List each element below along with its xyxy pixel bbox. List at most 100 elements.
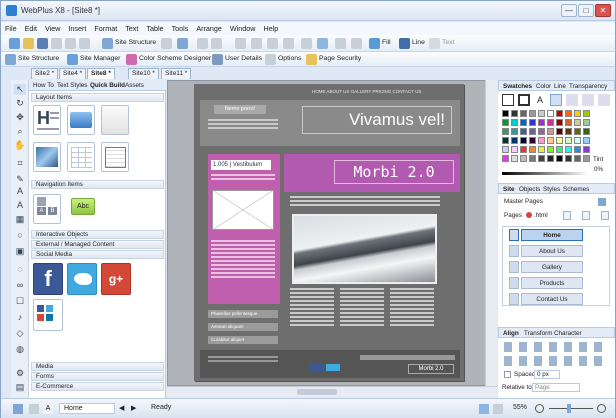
- color-swatch[interactable]: [547, 146, 554, 153]
- color-swatch[interactable]: [502, 137, 509, 144]
- tab-quick-build[interactable]: Quick Build: [90, 81, 125, 90]
- color-scheme-icon[interactable]: [126, 54, 137, 65]
- color-swatch[interactable]: [547, 155, 554, 162]
- page-canvas[interactable]: HOME ABOUT US GALLERY PRICING CONTACT US…: [194, 84, 464, 381]
- new-icon[interactable]: [9, 38, 20, 49]
- tab-how-to[interactable]: How To: [33, 81, 54, 90]
- next-page-button[interactable]: ▶: [131, 404, 136, 412]
- color-swatch[interactable]: [574, 119, 581, 126]
- google-plus-icon[interactable]: g+: [101, 263, 131, 295]
- tab-color[interactable]: Color: [536, 82, 551, 91]
- color-swatch[interactable]: [556, 155, 563, 162]
- spaced-checkbox[interactable]: [504, 371, 511, 378]
- spaced-input[interactable]: 0 px: [534, 370, 560, 379]
- picture-tool-icon[interactable]: ▣: [14, 246, 26, 257]
- master-pages-expand-icon[interactable]: [598, 198, 606, 206]
- preview-icon[interactable]: [161, 38, 172, 49]
- color-swatch[interactable]: [556, 128, 563, 135]
- color-swatch[interactable]: [547, 128, 554, 135]
- color-swatch[interactable]: [565, 128, 572, 135]
- section-navigation-items[interactable]: Navigation Items: [31, 180, 164, 189]
- picture-item[interactable]: [67, 105, 95, 135]
- abc-button-item[interactable]: Abc: [71, 198, 95, 215]
- section-layout-items[interactable]: Layout Items: [31, 93, 164, 102]
- site-structure-icon[interactable]: [102, 38, 113, 49]
- align-buttons-row-2[interactable]: [504, 356, 608, 366]
- color-swatch[interactable]: [574, 155, 581, 162]
- section-media[interactable]: Media: [31, 362, 164, 371]
- add-page-icon[interactable]: [563, 211, 571, 220]
- page-selector[interactable]: Home: [59, 403, 115, 414]
- color-swatch[interactable]: [520, 119, 527, 126]
- section-interactive-objects[interactable]: Interactive Objects: [31, 230, 164, 239]
- footer-twitter-icon[interactable]: [326, 364, 340, 371]
- color-swatch[interactable]: [538, 110, 545, 117]
- snap-icon[interactable]: [251, 38, 262, 49]
- swatch-menu-icon[interactable]: [598, 94, 610, 106]
- menu-window[interactable]: Window: [226, 22, 260, 35]
- button-item[interactable]: [101, 105, 129, 135]
- fill-icon[interactable]: [369, 38, 380, 49]
- color-swatch[interactable]: [502, 119, 509, 126]
- color-swatch[interactable]: [556, 119, 563, 126]
- menu-table[interactable]: Table: [142, 22, 167, 35]
- color-swatch[interactable]: [502, 155, 509, 162]
- photo-gallery-item[interactable]: [33, 142, 61, 172]
- master-pages-label[interactable]: Master Pages: [504, 198, 543, 205]
- tab-schemes[interactable]: Schemes: [563, 185, 589, 194]
- zoom-out-icon[interactable]: [535, 404, 544, 413]
- color-swatch[interactable]: [520, 146, 527, 153]
- rotate-icon[interactable]: [283, 38, 294, 49]
- paste-icon[interactable]: [79, 38, 90, 49]
- color-swatch[interactable]: [547, 137, 554, 144]
- color-swatch[interactable]: [583, 146, 590, 153]
- delete-page-icon[interactable]: [601, 211, 609, 220]
- format-painter-icon[interactable]: [235, 38, 246, 49]
- color-swatch[interactable]: [574, 110, 581, 117]
- redo-icon[interactable]: [211, 38, 222, 49]
- open-icon[interactable]: [23, 38, 34, 49]
- table-item[interactable]: [67, 142, 95, 172]
- color-swatch[interactable]: [574, 137, 581, 144]
- options-button[interactable]: Options: [278, 55, 301, 62]
- color-swatch[interactable]: [511, 110, 518, 117]
- site-structure-icon-2[interactable]: [5, 54, 16, 65]
- color-swatch[interactable]: [529, 137, 536, 144]
- crop-tool-icon[interactable]: ⌗: [14, 158, 26, 169]
- color-swatch[interactable]: [529, 119, 536, 126]
- menu-insert[interactable]: Insert: [64, 22, 90, 35]
- footer-button[interactable]: Morbi 2.0: [408, 364, 454, 374]
- zoom-slider-thumb[interactable]: [567, 404, 571, 413]
- color-swatch[interactable]: [529, 110, 536, 117]
- table-tool-icon[interactable]: ▦: [14, 214, 26, 225]
- copy-icon[interactable]: [65, 38, 76, 49]
- rotate-tool-icon[interactable]: ↻: [14, 98, 26, 109]
- tab-objects[interactable]: Objects: [519, 185, 540, 194]
- color-swatch[interactable]: [583, 119, 590, 126]
- zoom-fit-icon[interactable]: [479, 404, 489, 414]
- undo-icon[interactable]: [197, 38, 208, 49]
- line-icon[interactable]: [399, 38, 410, 49]
- color-swatch[interactable]: [502, 146, 509, 153]
- tab-site8[interactable]: Site8 *: [87, 68, 115, 79]
- options-icon[interactable]: [265, 54, 276, 65]
- close-button[interactable]: ✕: [595, 4, 611, 17]
- page-security-button[interactable]: Page Security: [319, 55, 361, 62]
- tab-assets[interactable]: Assets: [125, 81, 144, 90]
- tab-character[interactable]: Character: [554, 329, 582, 338]
- mountain-photo[interactable]: [292, 214, 437, 284]
- color-swatch[interactable]: [565, 146, 572, 153]
- side-button-1[interactable]: Phasellus pellentesque: [208, 310, 278, 318]
- frame-text-tool-icon[interactable]: A: [14, 200, 26, 211]
- menu-format[interactable]: Format: [90, 22, 121, 35]
- section-external-content[interactable]: External / Managed Content: [31, 240, 164, 249]
- tab-swatches[interactable]: Swatches: [503, 82, 532, 91]
- color-swatch[interactable]: [565, 137, 572, 144]
- tint-slider[interactable]: [502, 172, 588, 175]
- heading-item[interactable]: H: [33, 105, 61, 135]
- color-swatch[interactable]: [547, 119, 554, 126]
- menu-file[interactable]: File: [1, 22, 21, 35]
- order-icon[interactable]: [351, 38, 362, 49]
- color-swatch[interactable]: [565, 110, 572, 117]
- site-structure-button[interactable]: Site Structure: [115, 39, 156, 46]
